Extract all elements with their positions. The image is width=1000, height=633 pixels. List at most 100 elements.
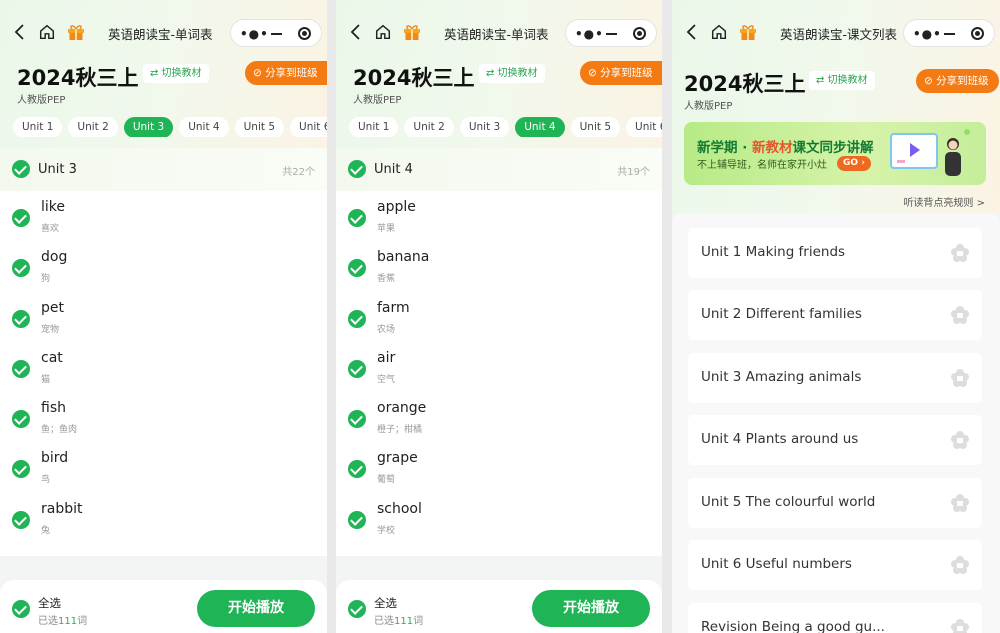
tab-unit-6[interactable]: Unit 6 [626,117,662,137]
check-icon[interactable] [348,259,366,278]
tab-unit-4[interactable]: Unit 4 [179,117,229,137]
list-item[interactable]: farm 农场 [336,292,662,342]
lesson-item[interactable]: Unit 1 Making friends [688,228,982,278]
check-icon[interactable] [348,510,366,529]
back-icon[interactable] [10,22,30,42]
word-english: banana [377,249,430,266]
flower-icon [951,306,969,324]
tab-unit-3[interactable]: Unit 3 [459,117,510,137]
word-english: cat [41,349,63,366]
list-item[interactable]: air 空气 [336,342,662,392]
select-all-label[interactable]: 全选 [374,595,397,611]
tab-unit-1[interactable]: Unit 1 [349,117,399,137]
lesson-item[interactable]: Unit 2 Different families [688,290,982,340]
tab-unit-6[interactable]: Unit 6 [290,117,327,137]
check-icon[interactable] [348,309,366,328]
selected-prefix: 已选 [374,616,394,627]
share-icon: ⊘ [924,75,937,87]
home-icon[interactable] [374,23,392,41]
list-item[interactable]: orange 橙子；柑橘 [336,392,662,442]
check-icon[interactable] [12,160,30,178]
check-icon[interactable] [12,510,30,529]
check-icon[interactable] [12,460,30,479]
minimize-icon[interactable] [944,33,955,35]
lesson-item[interactable]: Unit 6 Useful numbers [688,540,982,590]
tab-unit-4[interactable]: Unit 4 [515,117,565,137]
switch-textbook-button[interactable]: ⇄ 切换教材 [809,71,875,90]
list-item[interactable]: rabbit 兔 [0,493,327,543]
list-header[interactable]: Unit 3 共22个 [0,148,327,191]
list-item[interactable]: pet 宠物 [0,292,327,342]
list-item[interactable]: grape 葡萄 [336,442,662,492]
banner-go-button[interactable]: GO › [837,156,871,171]
check-icon[interactable] [12,359,30,378]
check-icon[interactable] [348,359,366,378]
promo-banner[interactable]: 新学期 · 新教材课文同步讲解 不上辅导班，名师在家开小灶 GO › [684,122,986,185]
check-icon[interactable] [348,160,366,178]
minimize-icon[interactable] [271,33,282,35]
switch-textbook-button[interactable]: ⇄ 切换教材 [143,64,209,83]
lesson-list: Unit 1 Making friends Unit 2 Different f… [672,213,1000,633]
share-icon: ⊘ [588,67,601,79]
check-icon[interactable] [12,600,30,618]
lesson-item[interactable]: Unit 3 Amazing animals [688,353,982,403]
check-icon[interactable] [348,209,366,227]
lesson-list-screen: 英语朗读宝-课文列表 •●• 2024秋三上 ⇄ 切换教材 ⊘ 分享到班级 人教… [672,0,1000,633]
gift-icon[interactable] [66,22,86,42]
list-item[interactable]: apple 苹果 [336,191,662,241]
more-icon[interactable]: •●• [240,27,269,41]
switch-textbook-button[interactable]: ⇄ 切换教材 [479,64,545,83]
list-item[interactable]: like 喜欢 [0,191,327,241]
tab-unit-1[interactable]: Unit 1 [13,117,63,137]
listen-read-rules-link[interactable]: 听读背点亮规则 > [903,194,985,209]
check-icon[interactable] [12,259,30,278]
tab-unit-3[interactable]: Unit 3 [123,117,174,137]
word-chinese: 农场 [377,324,396,335]
list-header[interactable]: Unit 4 共19个 [336,148,662,191]
lesson-item[interactable]: Unit 4 Plants around us [688,415,982,465]
start-playback-button[interactable]: 开始播放 [197,590,315,627]
check-icon[interactable] [12,209,30,227]
lesson-title: Revision Being a good gu... [701,619,885,633]
selected-suffix: 词 [77,616,88,627]
more-icon[interactable]: •●• [575,27,604,41]
word-english: like [41,199,66,215]
list-item[interactable]: bird 鸟 [0,442,327,492]
start-playback-button[interactable]: 开始播放 [532,590,650,627]
list-item[interactable]: school 学校 [336,493,662,543]
back-icon[interactable] [346,22,366,42]
list-item[interactable]: fish 鱼；鱼肉 [0,392,327,442]
check-icon[interactable] [12,309,30,328]
record-icon[interactable] [298,27,311,40]
back-icon[interactable] [682,22,702,42]
tab-unit-2[interactable]: Unit 2 [68,117,118,137]
share-to-class-button[interactable]: ⊘ 分享到班级 [245,61,327,85]
record-icon[interactable] [633,27,646,40]
tab-unit-5[interactable]: Unit 5 [234,117,285,137]
more-icon[interactable]: •●• [913,27,942,41]
gift-icon[interactable] [402,22,422,42]
home-icon[interactable] [38,23,56,41]
select-all-label[interactable]: 全选 [38,595,61,611]
list-item[interactable]: cat 猫 [0,342,327,392]
lesson-item[interactable]: Unit 5 The colourful world [688,478,982,528]
check-icon[interactable] [348,410,366,429]
lesson-title: Unit 4 Plants around us [701,431,859,447]
record-icon[interactable] [971,27,984,40]
gift-icon[interactable] [738,22,758,42]
home-icon[interactable] [710,23,728,41]
check-icon[interactable] [348,600,366,618]
share-to-class-button[interactable]: ⊘ 分享到班级 [916,69,999,93]
minimize-icon[interactable] [606,33,617,35]
tab-unit-2[interactable]: Unit 2 [404,117,454,137]
nav-title: 英语朗读宝-单词表 [444,27,549,42]
lesson-item[interactable]: Revision Being a good gu... [688,603,982,633]
check-icon[interactable] [12,410,30,429]
word-list-screen-unit4: 英语朗读宝-单词表 •●• 2024秋三上 ⇄ 切换教材 ⊘ 分享到班级 人教版… [336,0,662,633]
tab-unit-5[interactable]: Unit 5 [570,117,621,137]
list-item[interactable]: dog 狗 [0,241,327,291]
list-item[interactable]: banana 香蕉 [336,241,662,291]
share-to-class-button[interactable]: ⊘ 分享到班级 [580,61,662,85]
check-icon[interactable] [348,460,366,479]
share-icon: ⊘ [253,67,266,79]
